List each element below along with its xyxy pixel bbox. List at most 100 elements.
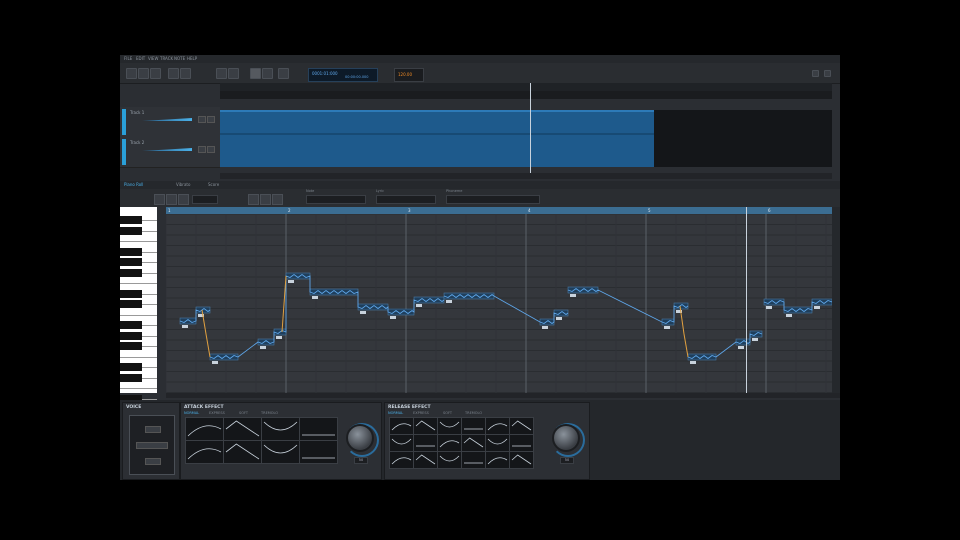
black-key[interactable] [120,216,142,224]
pencil-tool-button[interactable] [138,68,149,79]
piano-roll-canvas[interactable] [166,214,832,393]
attack-preset-tile[interactable] [261,417,300,441]
track-name[interactable]: Track 1 [130,110,144,115]
snap-button[interactable] [180,68,191,79]
release-preset-tile[interactable] [461,417,486,435]
fit-button[interactable] [272,194,283,205]
release-preset-tile[interactable] [485,434,510,452]
release-tab-soft[interactable]: SOFT [443,411,452,415]
piano-keyboard[interactable] [120,207,157,403]
solo-button[interactable] [207,146,215,153]
stop-button[interactable] [228,68,239,79]
note-lyric-tag[interactable] [312,296,318,299]
note-block[interactable] [195,306,211,314]
track-name[interactable]: Track 2 [130,140,144,145]
release-preset-tile[interactable] [485,451,510,469]
note-lyric-tag[interactable] [766,306,772,309]
release-preset-tile[interactable] [389,434,414,452]
close-icon[interactable] [824,70,831,77]
note-lyric-tag[interactable] [786,314,792,317]
voice-up-button[interactable] [145,426,161,433]
note-lyric-tag[interactable] [360,311,366,314]
release-knob-value[interactable]: 50 [560,457,574,464]
release-preset-tile[interactable] [509,451,534,469]
solo-button[interactable] [207,116,215,123]
track-header-1[interactable]: Track 1 [120,107,220,138]
note-lyric-tag[interactable] [738,346,744,349]
menu-help[interactable]: HELP [187,56,197,61]
grid-button[interactable] [168,68,179,79]
tab-score[interactable]: Score [208,182,219,187]
release-preset-tile[interactable] [437,417,462,435]
note-lyric-tag[interactable] [664,326,670,329]
note-block[interactable] [673,302,689,310]
note-lyric-tag[interactable] [276,336,282,339]
release-tab-express[interactable]: EXPRESS [413,411,429,415]
release-preset-tile[interactable] [389,451,414,469]
attack-tab-tremolo[interactable]: TREMOLO [261,411,278,415]
eraser-tool-button[interactable] [150,68,161,79]
note-block[interactable] [553,309,569,317]
release-preset-tile[interactable] [413,434,438,452]
note-block[interactable] [539,318,555,326]
release-preset-tile[interactable] [413,417,438,435]
tab-vibrato[interactable]: Vibrato [176,182,190,187]
black-key[interactable] [120,321,142,329]
pointer-tool-button[interactable] [126,68,137,79]
piano-roll-vertical-scrollbar[interactable] [832,207,840,393]
track-volume-slider[interactable] [142,148,192,151]
rewind-button[interactable] [216,68,227,79]
voice-selector[interactable] [129,415,175,475]
release-preset-tile[interactable] [485,417,510,435]
note-lyric-tag[interactable] [260,346,266,349]
release-preset-tile[interactable] [509,417,534,435]
note-block[interactable] [257,338,275,346]
black-key[interactable] [120,226,142,235]
line-tool-button[interactable] [178,194,189,205]
note-lyric-tag[interactable] [212,361,218,364]
lyric-field[interactable] [376,195,436,204]
attack-tab-soft[interactable]: SOFT [239,411,248,415]
note-lyric-tag[interactable] [542,326,548,329]
zoom-in-button[interactable] [248,194,259,205]
note-lyric-tag[interactable] [446,300,452,303]
quantize-select[interactable] [192,195,218,204]
track-header-2[interactable]: Track 2 [120,137,220,168]
note-field[interactable] [306,195,366,204]
tempo-display[interactable]: 120.00 [394,68,424,82]
note-block[interactable] [179,317,197,325]
play-button[interactable] [250,68,261,79]
note-block[interactable] [309,288,359,296]
arrangement-area[interactable] [220,110,832,167]
attack-preset-tile[interactable] [185,440,224,464]
select-tool-button[interactable] [154,194,165,205]
release-preset-tile[interactable] [413,451,438,469]
attack-knob-value[interactable]: 50 [354,457,368,464]
attack-tab-express[interactable]: EXPRESS [209,411,225,415]
piano-roll-playhead[interactable] [746,207,747,393]
release-tab-tremolo[interactable]: TREMOLO [465,411,482,415]
note-block[interactable] [285,272,311,280]
release-preset-tile[interactable] [461,434,486,452]
attack-preset-tile[interactable] [223,417,262,441]
menu-view[interactable]: VIEW [148,56,158,61]
note-lyric-tag[interactable] [182,325,188,328]
black-key[interactable] [120,342,142,350]
attack-tab-normal[interactable]: NORMAL [184,411,199,415]
note-lyric-tag[interactable] [556,317,562,320]
attack-preset-tile[interactable] [223,440,262,464]
note-lyric-tag[interactable] [690,361,696,364]
release-preset-tile[interactable] [461,451,486,469]
black-key[interactable] [120,331,142,340]
release-preset-tile[interactable] [389,417,414,435]
black-key[interactable] [120,247,142,256]
menu-track[interactable]: TRACK [160,56,173,61]
release-depth-knob[interactable] [552,424,580,452]
black-key[interactable] [120,268,142,277]
phoneme-field[interactable] [446,195,540,204]
note-lyric-tag[interactable] [752,338,758,341]
attack-preset-tile[interactable] [299,417,338,441]
mute-button[interactable] [198,116,206,123]
track-volume-slider[interactable] [142,118,192,121]
release-preset-tile[interactable] [437,451,462,469]
